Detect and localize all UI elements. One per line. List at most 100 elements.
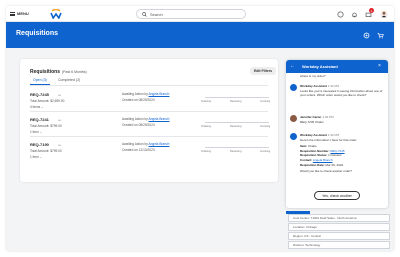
region-field: Region: US - Central xyxy=(288,232,390,240)
awaiting-action: Awaiting Action by Angela Branch xyxy=(122,117,169,121)
requisitions-card: Requisitions (Past 6 Months) Edit Filters… xyxy=(20,59,278,182)
created-date: Created on 08/29/2024 xyxy=(122,98,155,102)
person-link[interactable]: Angela Branch xyxy=(149,142,170,146)
menu-label: MENU xyxy=(17,11,29,16)
assistant-avatar xyxy=(290,133,297,140)
contact-link[interactable]: Angela Branch xyxy=(313,158,333,162)
message-body: Workday Assistant1:32 PM Here's the info… xyxy=(300,133,386,174)
message-text: where is my order? xyxy=(300,74,326,78)
message-time: 1:32 PM xyxy=(327,133,340,137)
stage-invoicing: Invoicing xyxy=(260,125,271,128)
item-label: Item: xyxy=(300,144,308,149)
awaiting-action: Awaiting Action by Angela Branch xyxy=(122,142,169,146)
hamburger-icon xyxy=(10,11,15,16)
assistant-title: Workday Assistant xyxy=(302,64,338,69)
chat-message: Workday Assistant1:32 PM Here's the info… xyxy=(290,133,386,189)
search-icon xyxy=(142,11,147,17)
chat-message: Workday Assistant1:32 PM Looks like you'… xyxy=(290,84,386,110)
awaiting-label: Awaiting Action by xyxy=(122,142,148,146)
total-amount: Total Amount: $799.00 xyxy=(30,124,62,128)
message-time: 1:32 PM xyxy=(322,115,334,119)
person-link[interactable]: Angela Branch xyxy=(149,92,170,96)
message-time: 1:32 PM xyxy=(327,84,340,88)
person-link[interactable]: Angela Branch xyxy=(149,117,170,121)
requisition-id-link[interactable]: REQ-7245 xyxy=(30,92,49,97)
item-value: Chairs xyxy=(308,144,317,149)
stage-receiving: Receiving xyxy=(230,100,242,103)
inbox-icon[interactable]: 1 xyxy=(364,8,374,18)
requisition-id-link[interactable]: REQ-7241 xyxy=(30,117,49,122)
assistant-avatar xyxy=(290,84,297,91)
requisition-link[interactable]: REQ-7245 xyxy=(330,149,344,153)
sender-name: Jennifer Carter xyxy=(300,115,322,119)
requisition-label: Requisition Number: xyxy=(300,148,330,153)
chevron-down-icon: ⌄ xyxy=(39,130,43,134)
tabs-divider xyxy=(30,85,268,86)
items-expander[interactable]: 1 item ⌄ xyxy=(30,155,42,159)
search-placeholder: Search xyxy=(150,11,163,17)
date-label: Requisition Date: xyxy=(300,162,325,167)
page-header: Requisitions xyxy=(6,22,394,48)
cost-center-field: Cost Center: 71003 Field Sales - North A… xyxy=(288,214,390,222)
items-expander[interactable]: 4 items ⌄ xyxy=(30,105,44,109)
items-expander[interactable]: 1 item ⌄ xyxy=(30,130,42,134)
top-bar: MENU Search 1 xyxy=(6,6,394,22)
items-count: 1 item xyxy=(30,130,39,134)
total-amount: Total Amount: $799.00 xyxy=(30,149,62,153)
status-value: In Review xyxy=(328,153,342,158)
more-options-icon[interactable]: ••• xyxy=(58,93,61,97)
app-window: MENU Search 1 Requisitions Requisitions … xyxy=(6,6,394,251)
close-icon[interactable]: × xyxy=(378,63,381,69)
awaiting-label: Awaiting Action by xyxy=(122,117,148,121)
bell-icon[interactable] xyxy=(350,10,358,18)
stage-invoicing: Invoicing xyxy=(260,100,271,103)
table-row[interactable]: REQ-7190 ••• Total Amount: $799.00 1 ite… xyxy=(20,140,278,170)
stage-ordering: Ordering xyxy=(201,150,212,153)
tab-completed[interactable]: Completed (2) xyxy=(58,78,80,82)
page-title: Requisitions xyxy=(16,30,59,37)
user-avatar xyxy=(290,115,297,122)
chevron-down-icon: ⌄ xyxy=(41,105,44,109)
progress-track xyxy=(205,122,269,123)
contact-label: Contact: xyxy=(300,157,313,162)
stage-receiving: Receiving xyxy=(230,125,242,128)
location-field: Location: Chicago xyxy=(288,223,390,231)
workday-assistant-panel: ← Workday Assistant × where is my order?… xyxy=(286,60,388,208)
row-divider xyxy=(30,111,268,112)
message-text: Looks like you're interested in seeing i… xyxy=(300,88,383,98)
back-arrow-icon[interactable]: ← xyxy=(290,63,295,69)
user-avatar[interactable] xyxy=(380,10,388,18)
row-divider xyxy=(30,136,268,137)
card-title: Requisitions (Past 6 Months) xyxy=(30,69,87,75)
stage-ordering: Ordering xyxy=(201,100,212,103)
tab-open[interactable]: Open (3) xyxy=(33,78,47,82)
sender-name: Workday Assistant xyxy=(300,133,327,137)
inbox-badge: 1 xyxy=(369,8,374,13)
progress-track xyxy=(205,97,269,98)
created-date: Created on 08/29/2024 xyxy=(122,123,155,127)
awaiting-action: Awaiting Action by Angela Branch xyxy=(122,92,169,96)
more-options-icon[interactable]: ••• xyxy=(58,143,61,147)
check-another-button[interactable]: Yes, check another xyxy=(314,191,360,200)
search-input[interactable]: Search xyxy=(136,9,246,19)
assistant-header: ← Workday Assistant × xyxy=(286,60,388,73)
chevron-down-icon: ⌄ xyxy=(39,155,43,159)
requisition-id-link[interactable]: REQ-7190 xyxy=(30,142,49,147)
edit-filters-button[interactable]: Edit Filters xyxy=(250,67,276,75)
progress-track xyxy=(205,147,269,148)
more-options-icon[interactable]: ••• xyxy=(58,118,61,122)
cart-icon[interactable] xyxy=(376,31,384,39)
awaiting-label: Awaiting Action by xyxy=(122,92,148,96)
message-body: Jennifer Carter1:32 PM REQ-7245 Chairs xyxy=(300,115,386,124)
follow-up-question: Would you like to check another order? xyxy=(300,169,352,174)
chat-bubble-icon[interactable] xyxy=(336,10,344,18)
division-field: Division: Technology xyxy=(288,241,390,249)
status-label: Requisition Status: xyxy=(300,153,328,158)
stage-ordering: Ordering xyxy=(201,125,212,128)
card-subtitle: (Past 6 Months) xyxy=(62,70,87,74)
settings-icon[interactable] xyxy=(362,31,370,39)
date-value: Mar 09, 2024 xyxy=(325,162,344,167)
workday-logo-icon[interactable] xyxy=(50,9,62,19)
chat-message: where is my order? xyxy=(290,74,386,80)
menu-button[interactable]: MENU xyxy=(10,11,29,16)
